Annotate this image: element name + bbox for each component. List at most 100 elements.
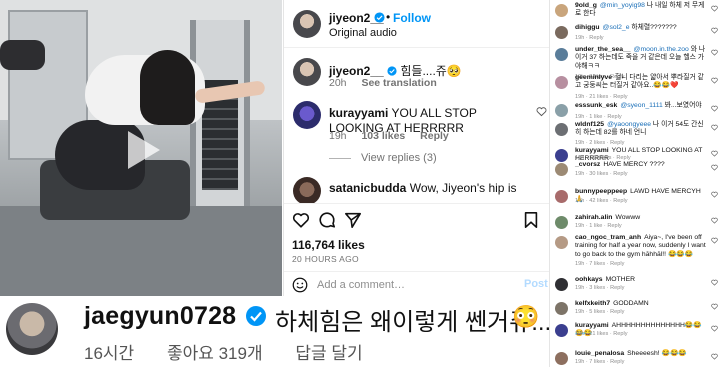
avatar[interactable] [6, 303, 58, 355]
avatar[interactable] [555, 216, 568, 229]
comment-username[interactable]: louie_penalosa [575, 350, 624, 357]
comment-meta[interactable]: 19h · 21 likes · Reply [575, 94, 628, 100]
reply-button[interactable]: Reply [420, 130, 449, 142]
heart-icon[interactable] [711, 77, 718, 84]
comment-meta[interactable]: 19h · 7 likes · Reply [575, 359, 624, 365]
comment-username[interactable]: bunnypeeppeep [575, 188, 627, 195]
weight-machine [190, 20, 250, 220]
avatar[interactable] [555, 26, 568, 39]
heart-icon[interactable] [711, 105, 718, 112]
heart-icon[interactable] [711, 325, 718, 332]
comment-meta[interactable]: 19h · 2 likes · Reply [575, 140, 624, 146]
highlighted-comment: jaegyun0728 하체힘은 왜이렇게 쎈거쥬...? 😳 16시간 좋아요… [0, 296, 582, 367]
comment-username[interactable]: geeminlyve [575, 74, 612, 81]
play-icon[interactable] [118, 127, 164, 173]
heart-icon[interactable] [711, 27, 718, 34]
avatar[interactable] [555, 324, 568, 337]
comment-username[interactable]: _cvorsz [575, 161, 600, 168]
avatar[interactable] [555, 48, 568, 61]
avatar[interactable] [555, 236, 568, 249]
comment-icon[interactable] [318, 211, 336, 229]
reply-button[interactable]: 답글 달기 [295, 344, 362, 363]
heart-icon[interactable] [711, 217, 718, 224]
avatar[interactable] [555, 278, 568, 291]
avatar[interactable] [555, 123, 568, 136]
comment-username[interactable]: kurayyami [575, 322, 609, 329]
audio-label[interactable]: Original audio [329, 27, 397, 39]
mention-link[interactable]: @min_yoyig98 [600, 2, 647, 9]
avatar[interactable] [555, 302, 568, 315]
comment-meta[interactable]: 19h · 21 likes · Reply [575, 331, 628, 337]
comment-username[interactable]: cao_ngoc_tram_anh [575, 234, 641, 241]
mention-link[interactable]: @yaoongyeee [607, 121, 653, 128]
see-translation-link[interactable]: See translation [361, 77, 436, 89]
comment-username[interactable]: esssunk_esk [575, 102, 617, 109]
comment-meta[interactable]: 19h · 1 like · Reply [575, 114, 622, 120]
comment-likes[interactable]: 103 likes [361, 130, 405, 142]
avatar[interactable] [293, 58, 321, 86]
avatar[interactable] [555, 4, 568, 17]
heart-icon[interactable] [711, 237, 718, 244]
avatar[interactable] [555, 76, 568, 89]
comment-body: Wowww [615, 214, 641, 221]
comment-username[interactable]: oohkays [575, 276, 603, 283]
comment-username[interactable]: kurayyami [575, 147, 609, 154]
heart-icon[interactable] [711, 191, 718, 198]
video-player[interactable] [0, 0, 282, 296]
heart-icon[interactable] [711, 124, 718, 131]
likes-count[interactable]: 116,764 likes [292, 238, 365, 252]
avatar[interactable] [555, 190, 568, 203]
avatar[interactable] [555, 104, 568, 117]
avatar[interactable] [293, 10, 321, 38]
avatar[interactable] [293, 177, 321, 205]
comment-text: 9old_g @min_yoyig98 나 내일 하체 저 무게로 한다 [575, 2, 708, 19]
heart-icon[interactable] [711, 49, 718, 56]
mention-link[interactable]: @syeon_1111 [620, 102, 664, 109]
heart-icon[interactable] [711, 5, 718, 12]
comment-meta[interactable]: 19h · 3 likes · Reply [575, 285, 624, 291]
comment-meta: 19h 103 likes Reply [329, 130, 461, 142]
comment-input[interactable] [317, 275, 497, 295]
mention-link[interactable]: @moon.in.the.zoo [634, 46, 691, 53]
comment-likes[interactable]: 좋아요 319개 [167, 344, 263, 363]
avatar[interactable] [555, 163, 568, 176]
avatar[interactable] [555, 352, 568, 365]
heart-icon[interactable] [711, 303, 718, 310]
caption-time: 20h [329, 77, 347, 89]
view-replies-button[interactable]: View replies (3) [329, 152, 437, 164]
comment-username[interactable]: kelfxkeith7 [575, 300, 610, 307]
heart-icon[interactable] [711, 279, 718, 286]
post-panel: jiyeon2__ • Follow Original audio jiyeon… [283, 0, 549, 296]
comment-username[interactable]: zahirah.alin [575, 214, 612, 221]
heart-icon[interactable] [711, 353, 718, 360]
comment-username[interactable]: 9old_g [575, 2, 597, 9]
bookmark-icon[interactable] [522, 211, 540, 229]
caption-username[interactable]: jiyeon2__ [329, 64, 384, 78]
comment-meta[interactable]: 19h · 30 likes · Reply [575, 171, 628, 177]
comment-meta[interactable]: 19h · Reply [575, 35, 604, 41]
comment-text: oohkays MOTHER [575, 276, 708, 284]
comment-username[interactable]: under_the_sea__ [575, 46, 631, 53]
comment-meta[interactable]: 19h · 5 likes · Reply [575, 309, 624, 315]
avatar[interactable] [555, 149, 568, 162]
verified-badge-icon [387, 66, 397, 76]
caption-meta: 20h See translation [329, 77, 449, 89]
follow-button[interactable]: Follow [393, 11, 431, 25]
share-icon[interactable] [344, 211, 362, 229]
comment-username[interactable]: kurayyami [329, 106, 388, 120]
mention-link[interactable]: @sol2_e [603, 24, 632, 31]
post-comment-button[interactable]: Post [524, 278, 548, 290]
comment-meta[interactable]: 19h · 1 like · Reply [575, 223, 622, 229]
comment-meta[interactable]: 19h · 42 likes · Reply [575, 198, 628, 204]
emoji-icon[interactable] [292, 277, 308, 293]
comment-username[interactable]: satanicbudda [329, 181, 406, 195]
avatar[interactable] [293, 101, 321, 129]
comment-username[interactable]: wldnf125 [575, 121, 604, 128]
heart-icon[interactable] [536, 106, 547, 117]
heart-icon[interactable] [292, 211, 310, 229]
comment-meta[interactable]: 19h · 7 likes · Reply [575, 261, 624, 267]
comment-username[interactable]: jaegyun0728 [84, 302, 236, 331]
heart-icon[interactable] [711, 150, 718, 157]
heart-icon[interactable] [711, 164, 718, 171]
comment-username[interactable]: dihiggu [575, 24, 600, 31]
